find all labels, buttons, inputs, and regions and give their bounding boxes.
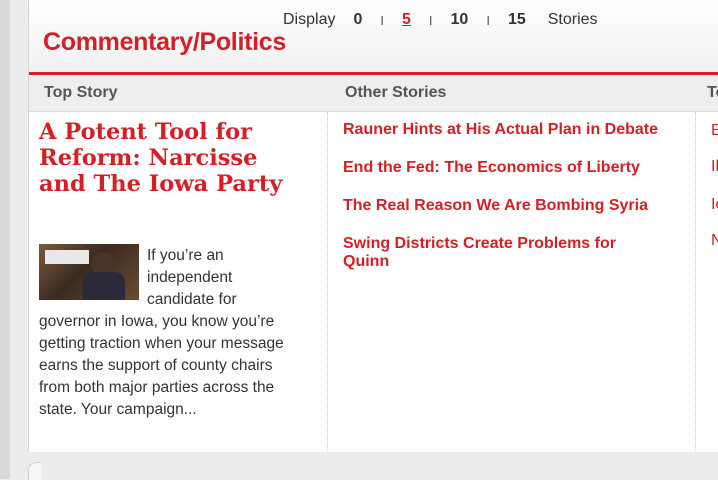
story-link[interactable]: The Real Reason We Are Bombing Syria <box>343 197 688 215</box>
separator: I <box>428 12 433 28</box>
third-column-story-link[interactable]: Io <box>711 196 718 214</box>
story-link[interactable]: Rauner Hints at His Actual Plan in Debat… <box>343 121 688 139</box>
top-story-headline[interactable]: A Potent Tool for Reform: Narcisse and T… <box>39 119 309 197</box>
display-count-selector: Display 0 I 5 I 10 I 15 Stories <box>283 11 598 29</box>
separator: I <box>380 12 384 28</box>
column-header-third: To <box>707 84 718 101</box>
section-title[interactable]: Commentary/Politics <box>43 28 286 57</box>
page-edge <box>0 0 10 479</box>
display-option-0[interactable]: 0 <box>353 11 362 29</box>
column-header-top-story: Top Story <box>44 84 118 101</box>
column-headers: Top Story Other Stories To <box>29 75 718 112</box>
third-column-story-link[interactable]: E <box>711 122 718 140</box>
display-label: Display <box>283 11 336 28</box>
commentary-politics-panel: Display 0 I 5 I 10 I 15 Stories Commenta… <box>28 0 718 452</box>
third-column-story-link[interactable]: N <box>711 232 718 250</box>
story-link[interactable]: Swing Districts Create Problems for Quin… <box>343 235 643 271</box>
next-panel-edge <box>28 462 41 480</box>
column-header-other-stories: Other Stories <box>345 84 447 101</box>
top-story-summary: If you’re an independent candidate for g… <box>39 245 301 421</box>
panel-header: Display 0 I 5 I 10 I 15 Stories Commenta… <box>29 0 718 75</box>
story-link[interactable]: End the Fed: The Economics of Liberty <box>343 159 688 177</box>
third-column: E Il Io N <box>696 112 718 450</box>
separator: I <box>486 12 490 28</box>
display-suffix: Stories <box>547 11 598 28</box>
display-option-10[interactable]: 10 <box>451 11 469 29</box>
third-column-story-link[interactable]: Il <box>711 158 718 176</box>
top-story-column: A Potent Tool for Reform: Narcisse and T… <box>29 112 328 450</box>
display-option-5[interactable]: 5 <box>402 11 411 29</box>
other-stories-column: Rauner Hints at His Actual Plan in Debat… <box>327 112 696 450</box>
display-option-15[interactable]: 15 <box>508 11 526 29</box>
